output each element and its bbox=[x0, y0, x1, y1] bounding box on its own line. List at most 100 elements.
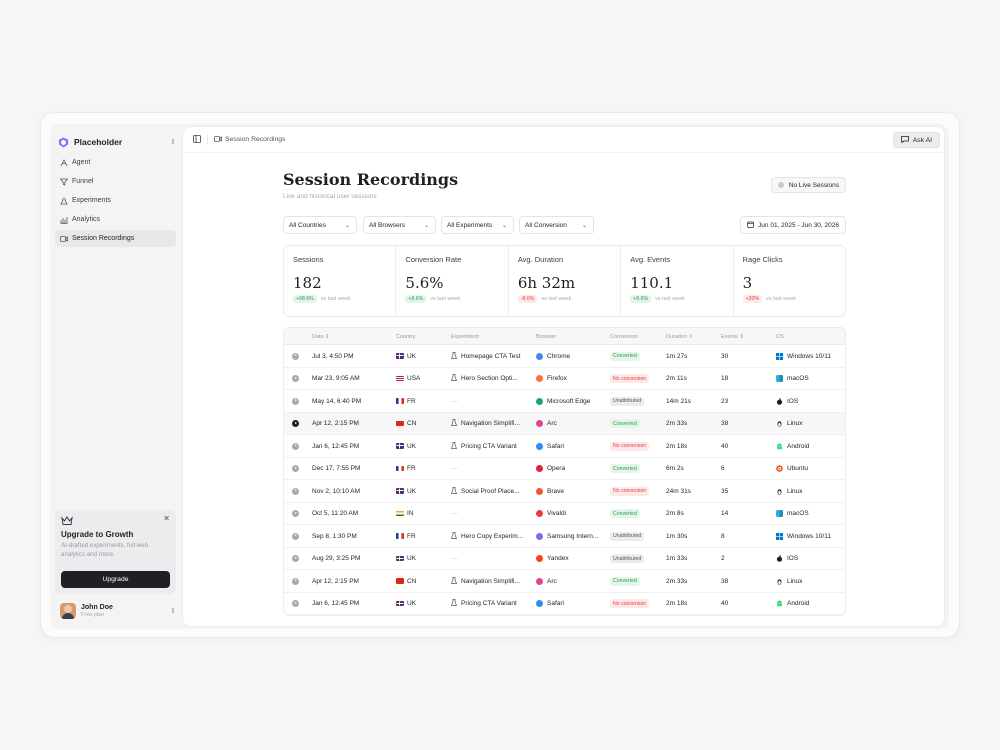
browser-name: Opera bbox=[547, 465, 566, 472]
browser-cell: Arc bbox=[536, 570, 606, 592]
sidebar-item-experiments[interactable]: Experiments bbox=[55, 192, 176, 209]
linux-icon bbox=[776, 488, 783, 495]
live-sessions-button[interactable]: No Live Sessions bbox=[770, 177, 846, 193]
play-icon[interactable] bbox=[292, 510, 299, 517]
table-row[interactable]: Apr 12, 2:15 PM CN Navigation Simplifi... A… bbox=[284, 570, 845, 593]
breadcrumb[interactable]: Session Recordings bbox=[225, 136, 285, 143]
country-cell: FR bbox=[396, 458, 416, 480]
table-row[interactable]: Nov 2, 10:10 AM UK Social Proof Place... Br… bbox=[284, 480, 845, 503]
change-badge: +8.6% bbox=[405, 295, 427, 303]
browser-filter[interactable]: All Browsers ⌄ bbox=[363, 216, 436, 234]
os-name: Linux bbox=[787, 420, 803, 427]
calendar-icon bbox=[747, 221, 754, 230]
play-cell bbox=[292, 570, 299, 592]
browser-name: Yandex bbox=[547, 555, 569, 562]
table-row[interactable]: Aug 29, 3:25 PM UK — Yandex Unattributed 1m 3… bbox=[284, 548, 845, 570]
play-icon[interactable] bbox=[292, 532, 299, 540]
sidebar-toggle-icon[interactable] bbox=[193, 134, 201, 145]
stat-footer: +8.6% vs last week bbox=[405, 295, 498, 303]
play-icon[interactable] bbox=[292, 487, 299, 495]
conversion-badge: No conversion bbox=[610, 599, 650, 608]
event-count: 2 bbox=[721, 555, 725, 562]
flask-icon bbox=[451, 419, 458, 428]
column-header-date[interactable]: Date ⇕ bbox=[312, 328, 330, 345]
session-duration: 1m 27s bbox=[666, 352, 688, 360]
table-row[interactable]: Jan 6, 12:45 PM UK Pricing CTA Variant Safa… bbox=[284, 435, 845, 458]
live-sessions-label: No Live Sessions bbox=[788, 181, 839, 189]
conversion-badge: No conversion bbox=[610, 374, 650, 383]
play-cell bbox=[292, 345, 299, 367]
column-header-os: OS bbox=[776, 333, 784, 340]
sidebar-item-agent[interactable]: Agent bbox=[55, 154, 176, 171]
uk-flag-icon bbox=[396, 555, 404, 562]
play-icon[interactable] bbox=[292, 442, 299, 450]
play-icon[interactable] bbox=[292, 352, 299, 360]
play-icon[interactable] bbox=[292, 577, 299, 585]
stat-label: Conversion Rate bbox=[405, 255, 462, 264]
session-date: Aug 29, 3:25 PM bbox=[312, 555, 361, 562]
country-filter[interactable]: All Countries ⌄ bbox=[283, 216, 357, 234]
country-cell: UK bbox=[396, 593, 416, 615]
os-name: Ubuntu bbox=[787, 465, 808, 472]
session-duration: 2m 18s bbox=[666, 442, 688, 450]
play-icon[interactable] bbox=[292, 465, 299, 472]
conversion-badge: Converted bbox=[610, 464, 640, 473]
table-row[interactable]: Oct 5, 11:20 AM IN — Vivaldi Converted 2m 8s 1… bbox=[284, 503, 845, 525]
play-icon[interactable] bbox=[292, 600, 299, 607]
conversion-badge: No conversion bbox=[610, 441, 650, 451]
agent-icon bbox=[59, 158, 68, 167]
table-row[interactable]: Sep 8, 1:30 PM FR Hero Copy Experim... Sams… bbox=[284, 525, 845, 548]
table-row[interactable]: Mar 23, 9:05 AM USA Hero Section Opti... Fi… bbox=[284, 368, 845, 390]
column-header-conversion: Conversion bbox=[610, 333, 638, 340]
fr-flag-icon bbox=[396, 465, 404, 472]
table-row[interactable]: Dec 17, 7:55 PM FR — Opera Converted 6m 2s 6 Ub… bbox=[284, 458, 845, 480]
date-range-picker[interactable]: Jun 01, 2025 - Jun 30, 2026 bbox=[740, 216, 846, 234]
browser-cell: Firefox bbox=[536, 368, 606, 390]
upgrade-button[interactable]: Upgrade bbox=[61, 571, 170, 588]
close-icon[interactable]: ✕ bbox=[163, 514, 170, 523]
play-icon[interactable] bbox=[292, 555, 299, 562]
ask-ai-button[interactable]: Ask AI bbox=[892, 132, 940, 148]
sidebar-item-funnel[interactable]: Funnel bbox=[55, 173, 176, 190]
linux-icon bbox=[776, 420, 783, 427]
conversion-filter[interactable]: All Conversion ⌄ bbox=[519, 216, 594, 234]
table-row[interactable]: May 14, 6:40 PM FR — Microsoft Edge Unattrib… bbox=[284, 390, 845, 413]
sidebar-item-session-recordings[interactable]: Session Recordings bbox=[55, 230, 176, 247]
sessions-table: Date ⇕ Country Experiment Browser Conversion… bbox=[283, 327, 846, 616]
os-cell: Windows 10/11 bbox=[776, 345, 831, 367]
browser-name: Arc bbox=[547, 420, 557, 427]
comparison-text: vs last week bbox=[655, 296, 686, 302]
experiment-filter[interactable]: All Experiments ⌄ bbox=[441, 216, 514, 234]
play-icon[interactable] bbox=[292, 420, 299, 427]
browser-cell: Vivaldi bbox=[536, 503, 606, 525]
table-row[interactable]: Jan 6, 12:45 PM UK Pricing CTA Variant Safa… bbox=[284, 593, 845, 615]
os-cell: IOS bbox=[776, 548, 798, 570]
arc-icon bbox=[536, 577, 543, 585]
experiment-name: Pricing CTA Variant bbox=[461, 600, 517, 607]
country-code: UK bbox=[407, 442, 417, 450]
play-icon[interactable] bbox=[292, 397, 299, 405]
user-name: John Doe bbox=[81, 604, 113, 611]
play-icon[interactable] bbox=[292, 375, 299, 382]
session-duration: 2m 18s bbox=[666, 600, 688, 607]
flask-icon bbox=[59, 196, 68, 205]
browser-cell: Safari bbox=[536, 593, 606, 615]
event-count: 38 bbox=[721, 420, 729, 427]
upgrade-description: AI-drafted experiments, full web analyti… bbox=[61, 542, 149, 558]
user-menu[interactable]: John Doe Free plan ⇕ bbox=[60, 601, 176, 621]
browser-name: Vivaldi bbox=[547, 510, 567, 517]
chevron-down-icon: ⌄ bbox=[501, 222, 507, 229]
country-cell: UK bbox=[396, 345, 416, 367]
table-row[interactable]: Jul 3, 4:50 PM UK Homepage CTA Test Chrome C… bbox=[284, 345, 845, 368]
browser-cell: Yandex bbox=[536, 548, 606, 570]
browser-name: Safari bbox=[547, 442, 564, 450]
os-name: Linux bbox=[787, 577, 803, 585]
table-row[interactable]: Apr 12, 2:15 PM CN Navigation Simplifi... A… bbox=[284, 412, 845, 435]
workspace-switcher[interactable]: Placeholder ⇕ bbox=[58, 132, 176, 152]
column-header-events[interactable]: Events ⇕ bbox=[721, 328, 744, 345]
ask-ai-label: Ask AI bbox=[912, 136, 932, 144]
column-header-duration[interactable]: Duration ⇕ bbox=[666, 328, 693, 345]
windows-icon bbox=[776, 352, 783, 360]
sidebar-item-analytics[interactable]: Analytics bbox=[55, 211, 176, 228]
cn-flag-icon bbox=[396, 578, 404, 584]
